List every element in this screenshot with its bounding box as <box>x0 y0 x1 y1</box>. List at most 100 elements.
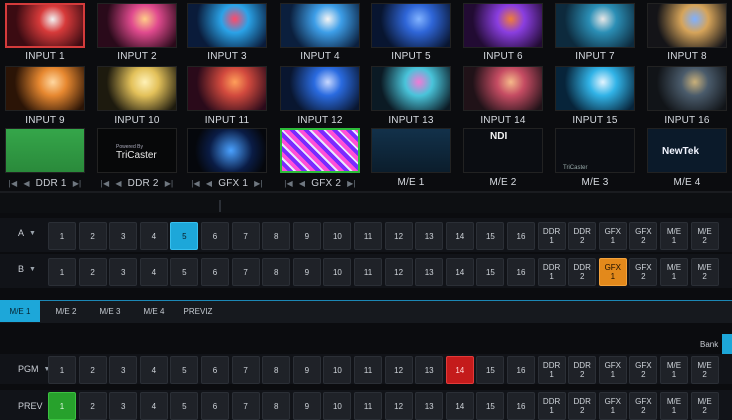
row-pgm-button-8[interactable]: 8 <box>262 356 291 384</box>
row-b-label[interactable]: B ▼ <box>18 264 36 274</box>
tab-m-e-1[interactable]: M/E 1 <box>0 300 40 322</box>
input-7-thumbnail[interactable] <box>555 3 635 48</box>
row-b-button-16[interactable]: 16 <box>507 258 535 286</box>
source-1-thumbnail[interactable] <box>5 128 85 173</box>
row-a-button-2[interactable]: 2 <box>78 222 107 250</box>
row-pgm-button-me2[interactable]: M/E 2 <box>690 356 719 384</box>
skip-back-icon[interactable]: |◀ <box>101 179 110 188</box>
row-b-button-me1[interactable]: M/E 1 <box>660 258 688 286</box>
row-prev-button-9[interactable]: 9 <box>292 392 321 420</box>
row-prev-button-8[interactable]: 8 <box>262 392 291 420</box>
bank-selector[interactable] <box>722 334 732 354</box>
row-a-button-gfx1[interactable]: GFX 1 <box>598 222 627 250</box>
input-1-thumbnail[interactable] <box>5 3 85 48</box>
source-3-thumbnail[interactable] <box>187 128 267 173</box>
row-a-button-10[interactable]: 10 <box>323 222 352 250</box>
tab-m-e-4[interactable]: M/E 4 <box>132 300 176 322</box>
row-prev-button-4[interactable]: 4 <box>139 392 168 420</box>
row-prev-button-gfx1[interactable]: GFX 1 <box>598 392 627 420</box>
rewind-icon[interactable]: ◀ <box>115 179 121 188</box>
tab-m-e-2[interactable]: M/E 2 <box>44 300 88 322</box>
row-b-button-4[interactable]: 4 <box>139 258 168 286</box>
row-a-button-15[interactable]: 15 <box>476 222 505 250</box>
row-pgm-button-ddr2[interactable]: DDR 2 <box>568 356 597 384</box>
row-b-button-9[interactable]: 9 <box>292 258 321 286</box>
input-13-thumbnail[interactable] <box>371 66 451 111</box>
row-pgm-button-3[interactable]: 3 <box>109 356 138 384</box>
skip-forward-icon[interactable]: ▶| <box>165 179 174 188</box>
row-prev-button-5[interactable]: 5 <box>170 392 199 420</box>
row-a-button-5[interactable]: 5 <box>170 222 199 250</box>
row-b-button-ddr2[interactable]: DDR 2 <box>568 258 597 286</box>
input-11-thumbnail[interactable] <box>187 66 267 111</box>
row-prev-button-10[interactable]: 10 <box>323 392 352 420</box>
row-prev-button-2[interactable]: 2 <box>78 392 107 420</box>
row-b-button-gfx2[interactable]: GFX 2 <box>629 258 658 286</box>
skip-forward-icon[interactable]: ▶| <box>347 179 356 188</box>
tab-previz[interactable]: PREVIZ <box>176 300 220 322</box>
source-5-thumbnail[interactable] <box>371 128 451 173</box>
row-prev-button-7[interactable]: 7 <box>231 392 260 420</box>
row-pgm-button-5[interactable]: 5 <box>170 356 199 384</box>
row-b-button-12[interactable]: 12 <box>384 258 413 286</box>
row-a-button-me2[interactable]: M/E 2 <box>690 222 719 250</box>
rewind-icon[interactable]: ◀ <box>299 179 305 188</box>
row-a-button-7[interactable]: 7 <box>231 222 260 250</box>
row-prev-button-gfx2[interactable]: GFX 2 <box>629 392 658 420</box>
row-a-button-3[interactable]: 3 <box>109 222 138 250</box>
row-pgm-button-gfx2[interactable]: GFX 2 <box>629 356 658 384</box>
row-b-button-ddr1[interactable]: DDR 1 <box>537 258 566 286</box>
source-4-thumbnail[interactable] <box>280 128 360 173</box>
tab-m-e-3[interactable]: M/E 3 <box>88 300 132 322</box>
row-pgm-button-2[interactable]: 2 <box>78 356 107 384</box>
row-a-button-gfx2[interactable]: GFX 2 <box>629 222 658 250</box>
row-pgm-button-4[interactable]: 4 <box>139 356 168 384</box>
row-prev-button-6[interactable]: 6 <box>201 392 229 420</box>
input-10-thumbnail[interactable] <box>97 66 177 111</box>
row-a-button-6[interactable]: 6 <box>201 222 229 250</box>
input-12-thumbnail[interactable] <box>280 66 360 111</box>
row-a-button-ddr1[interactable]: DDR 1 <box>537 222 566 250</box>
row-prev-button-ddr2[interactable]: DDR 2 <box>568 392 597 420</box>
row-b-button-1[interactable]: 1 <box>48 258 76 286</box>
input-15-thumbnail[interactable] <box>555 66 635 111</box>
row-b-button-5[interactable]: 5 <box>170 258 199 286</box>
drag-handle[interactable] <box>219 200 221 212</box>
rewind-icon[interactable]: ◀ <box>23 179 29 188</box>
row-prev-button-me2[interactable]: M/E 2 <box>690 392 719 420</box>
row-prev-button-15[interactable]: 15 <box>476 392 505 420</box>
row-a-button-ddr2[interactable]: DDR 2 <box>568 222 597 250</box>
row-b-button-10[interactable]: 10 <box>323 258 352 286</box>
row-prev-button-3[interactable]: 3 <box>109 392 138 420</box>
row-b-button-2[interactable]: 2 <box>78 258 107 286</box>
row-pgm-button-13[interactable]: 13 <box>415 356 444 384</box>
row-prev-button-11[interactable]: 11 <box>354 392 382 420</box>
row-a-button-13[interactable]: 13 <box>415 222 444 250</box>
row-pgm-button-7[interactable]: 7 <box>231 356 260 384</box>
input-14-thumbnail[interactable] <box>463 66 543 111</box>
input-8-thumbnail[interactable] <box>647 3 727 48</box>
row-pgm-button-1[interactable]: 1 <box>48 356 76 384</box>
row-a-button-16[interactable]: 16 <box>507 222 535 250</box>
row-a-button-4[interactable]: 4 <box>139 222 168 250</box>
row-pgm-button-6[interactable]: 6 <box>201 356 229 384</box>
input-6-thumbnail[interactable] <box>463 3 543 48</box>
input-5-thumbnail[interactable] <box>371 3 451 48</box>
row-pgm-button-11[interactable]: 11 <box>354 356 382 384</box>
input-4-thumbnail[interactable] <box>280 3 360 48</box>
input-3-thumbnail[interactable] <box>187 3 267 48</box>
input-2-thumbnail[interactable] <box>97 3 177 48</box>
row-b-button-3[interactable]: 3 <box>109 258 138 286</box>
row-a-button-8[interactable]: 8 <box>262 222 291 250</box>
row-a-button-14[interactable]: 14 <box>445 222 474 250</box>
skip-back-icon[interactable]: |◀ <box>9 179 18 188</box>
row-prev-button-me1[interactable]: M/E 1 <box>660 392 688 420</box>
skip-back-icon[interactable]: |◀ <box>284 179 293 188</box>
row-b-button-me2[interactable]: M/E 2 <box>690 258 719 286</box>
row-pgm-button-gfx1[interactable]: GFX 1 <box>598 356 627 384</box>
row-a-button-11[interactable]: 11 <box>354 222 382 250</box>
skip-back-icon[interactable]: |◀ <box>191 179 200 188</box>
row-prev-button-12[interactable]: 12 <box>384 392 413 420</box>
row-pgm-button-15[interactable]: 15 <box>476 356 505 384</box>
row-b-button-6[interactable]: 6 <box>201 258 229 286</box>
